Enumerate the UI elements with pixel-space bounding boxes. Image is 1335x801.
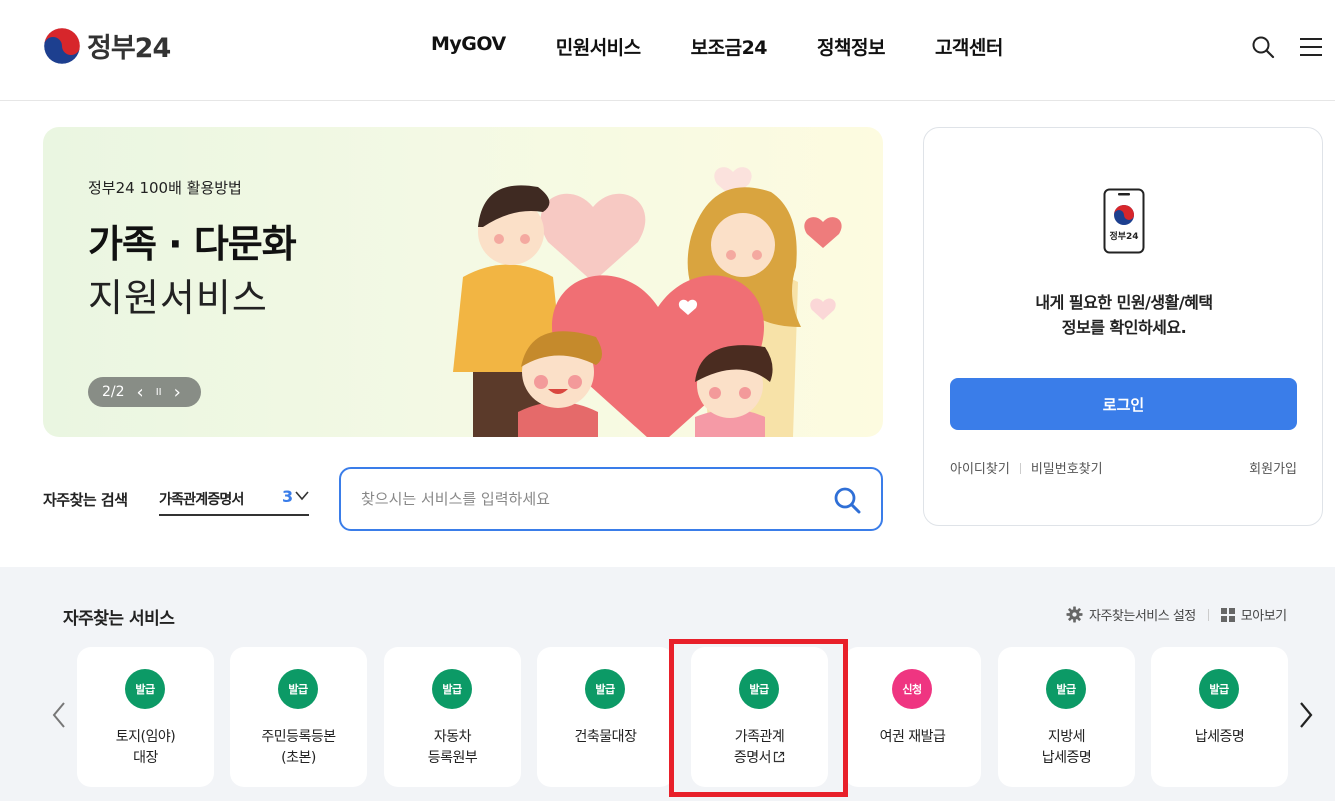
login-links: 아이디찾기 비밀번호찾기 회원가입 xyxy=(950,458,1297,477)
banner-title: 가족 · 다문화 xyxy=(88,222,297,266)
login-message-line1: 내게 필요한 민원/생활/혜택 xyxy=(1035,293,1213,312)
find-id-link[interactable]: 아이디찾기 xyxy=(950,462,1010,477)
frequent-services-tools: 자주찾는서비스 설정 모아보기 xyxy=(1066,605,1287,624)
phone-label: 정부24 xyxy=(1109,232,1139,242)
issue-badge: 발급 xyxy=(585,669,625,709)
issue-badge: 발급 xyxy=(125,669,165,709)
service-card-label: 가족관계 증명서 xyxy=(733,729,785,766)
frequent-services-settings-button[interactable]: 자주찾는서비스 설정 xyxy=(1066,605,1196,624)
frequent-search-count: 3 xyxy=(282,487,294,506)
tools-divider xyxy=(1207,608,1209,621)
nav-civil-services[interactable]: 민원서비스 xyxy=(556,33,641,60)
issue-badge: 발급 xyxy=(278,669,318,709)
service-card-label: 납세증명 xyxy=(1194,729,1245,745)
issue-badge: 발급 xyxy=(1199,669,1239,709)
service-card-label: 건축물대장 xyxy=(574,729,637,745)
main-nav: MyGOV 민원서비스 보조금24 정책정보 고객센터 xyxy=(406,33,1028,60)
service-card-tax-certificate[interactable]: 발급 납세증명 xyxy=(1151,647,1288,787)
frequent-services-title: 자주찾는 서비스 xyxy=(63,609,175,629)
signup-link[interactable]: 회원가입 xyxy=(1249,458,1297,477)
grid-icon xyxy=(1220,607,1235,622)
hamburger-menu-icon[interactable] xyxy=(1300,37,1322,57)
search-submit-icon[interactable] xyxy=(833,486,861,514)
view-all-label: 모아보기 xyxy=(1240,609,1287,624)
frequent-search-dropdown[interactable]: 가족관계증명서 3 xyxy=(159,482,309,516)
service-card-building-register[interactable]: 발급 건축물대장 xyxy=(537,647,674,787)
service-card-label: 지방세 납세증명 xyxy=(1041,729,1092,766)
service-search-box xyxy=(339,467,883,531)
logo-text: 정부24 xyxy=(87,33,171,64)
login-message-line2: 정보를 확인하세요. xyxy=(1061,318,1187,337)
service-card-family-certificate[interactable]: 발급 가족관계 증명서 xyxy=(691,647,828,787)
banner-pause-button[interactable]: II xyxy=(156,387,162,398)
issue-badge: 발급 xyxy=(1046,669,1086,709)
banner-prev-button[interactable]: ‹ xyxy=(137,382,144,403)
link-divider xyxy=(1019,463,1021,474)
mobile-phone-icon xyxy=(1103,188,1145,254)
search-icon[interactable] xyxy=(1251,35,1275,59)
login-panel: 정부24 내게 필요한 민원/생활/혜택 정보를 확인하세요. 로그인 아이디찾… xyxy=(923,127,1323,526)
issue-badge: 발급 xyxy=(432,669,472,709)
login-button[interactable]: 로그인 xyxy=(950,378,1297,430)
external-link-icon xyxy=(773,751,785,763)
service-card-label: 여권 재발급 xyxy=(879,729,946,745)
carousel-next-arrow-icon[interactable] xyxy=(1298,701,1314,729)
issue-badge: 발급 xyxy=(739,669,779,709)
service-card-passport-reissue[interactable]: 신청 여권 재발급 xyxy=(844,647,981,787)
service-card-label: 주민등록등본 (초본) xyxy=(261,729,336,766)
site-logo[interactable]: 정부24 xyxy=(43,26,171,65)
gear-icon xyxy=(1066,606,1083,623)
service-card-vehicle-register[interactable]: 발급 자동차 등록원부 xyxy=(384,647,521,787)
banner-subtitle: 지원서비스 xyxy=(88,276,268,320)
family-illustration xyxy=(453,167,842,437)
nav-customer-center[interactable]: 고객센터 xyxy=(935,33,1003,60)
frequent-search-value: 가족관계증명서 xyxy=(159,492,244,508)
login-message: 내게 필요한 민원/생활/혜택 정보를 확인하세요. xyxy=(924,290,1324,340)
apply-badge: 신청 xyxy=(892,669,932,709)
site-header: 정부24 MyGOV 민원서비스 보조금24 정책정보 고객센터 xyxy=(0,0,1335,101)
carousel-prev-arrow-icon[interactable] xyxy=(51,701,67,729)
nav-subsidy24[interactable]: 보조금24 xyxy=(691,33,768,60)
nav-policy-info[interactable]: 정책정보 xyxy=(817,33,885,60)
frequent-services-section: 자주찾는 서비스 자주찾는서비스 설정 모아보기 발급 토지(임야) 대장 발급… xyxy=(0,567,1335,801)
frequent-search-label: 자주찾는 검색 xyxy=(43,491,128,509)
chevron-down-icon xyxy=(295,491,309,501)
service-card-label: 토지(임야) 대장 xyxy=(115,729,176,766)
view-all-button[interactable]: 모아보기 xyxy=(1220,605,1287,624)
settings-label: 자주찾는서비스 설정 xyxy=(1089,609,1196,624)
banner-eyebrow: 정부24 100배 활용방법 xyxy=(88,179,242,197)
banner-next-button[interactable]: › xyxy=(174,382,181,403)
nav-mygov[interactable]: MyGOV xyxy=(431,33,506,60)
service-card-resident-register[interactable]: 발급 주민등록등본 (초본) xyxy=(230,647,367,787)
find-password-link[interactable]: 비밀번호찾기 xyxy=(1031,462,1103,477)
service-card-label: 자동차 등록원부 xyxy=(427,729,478,766)
service-card-land-register[interactable]: 발급 토지(임야) 대장 xyxy=(77,647,214,787)
service-search-input[interactable] xyxy=(361,485,801,513)
government-emblem-icon xyxy=(43,27,81,64)
banner-page-indicator: 2/2 xyxy=(102,384,125,400)
promo-banner[interactable]: 정부24 100배 활용방법 가족 · 다문화 지원서비스 2/2 ‹ II › xyxy=(43,127,883,437)
banner-pager-control: 2/2 ‹ II › xyxy=(88,377,201,407)
service-card-local-tax-certificate[interactable]: 발급 지방세 납세증명 xyxy=(998,647,1135,787)
